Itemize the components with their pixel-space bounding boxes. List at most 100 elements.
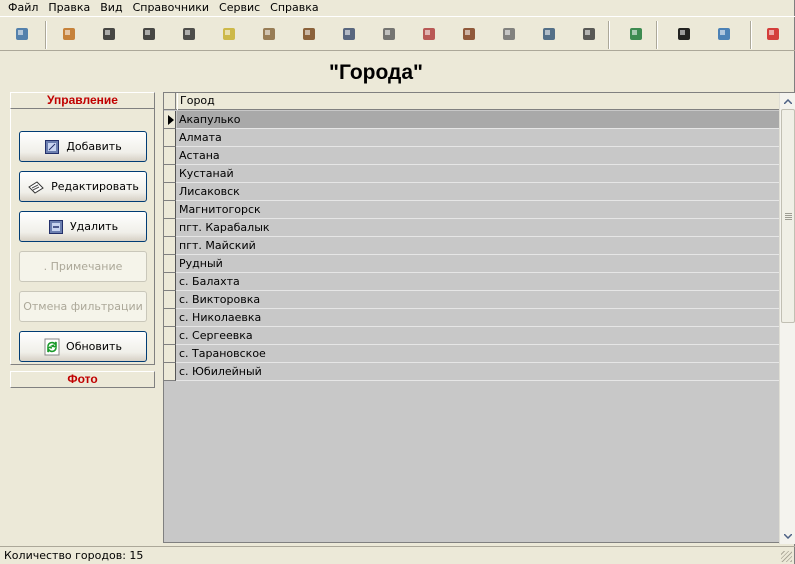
toolbar-separator bbox=[656, 21, 658, 49]
row-indicator[interactable] bbox=[164, 111, 176, 129]
table-row[interactable]: пгт. Карабалык bbox=[164, 219, 779, 237]
row-indicator[interactable] bbox=[164, 309, 176, 327]
exit-icon[interactable] bbox=[10, 23, 34, 45]
back-arrows-icon[interactable] bbox=[761, 23, 785, 45]
hat-icon[interactable] bbox=[577, 23, 601, 45]
city-cell[interactable]: Рудный bbox=[177, 255, 779, 272]
city-cell[interactable]: пгт. Майский bbox=[177, 237, 779, 254]
menu-directories[interactable]: Справочники bbox=[128, 0, 214, 15]
city-cell[interactable]: Астана bbox=[177, 147, 779, 164]
table-row[interactable]: с. Юбилейный bbox=[164, 363, 779, 381]
city-cell[interactable]: Кустанай bbox=[177, 165, 779, 182]
grid-header-indicator bbox=[164, 93, 176, 110]
image-icon[interactable] bbox=[57, 23, 81, 45]
table-row[interactable]: Лисаковск bbox=[164, 183, 779, 201]
table-row[interactable]: Магнитогорск bbox=[164, 201, 779, 219]
refresh-button-label: Обновить bbox=[66, 340, 122, 353]
table-row[interactable]: с. Викторовка bbox=[164, 291, 779, 309]
table-row[interactable]: пгт. Майский bbox=[164, 237, 779, 255]
pin-icon[interactable] bbox=[377, 23, 401, 45]
pen-icon[interactable] bbox=[337, 23, 361, 45]
menu-help[interactable]: Справка bbox=[265, 0, 323, 15]
table-row[interactable]: Кустанай bbox=[164, 165, 779, 183]
row-indicator[interactable] bbox=[164, 129, 176, 147]
note-button[interactable]: . Примечание bbox=[19, 251, 147, 282]
city-cell[interactable]: с. Юбилейный bbox=[177, 363, 779, 380]
documents-icon[interactable] bbox=[257, 23, 281, 45]
delete-button-label: Удалить bbox=[69, 220, 119, 233]
column-header-city[interactable]: Город bbox=[177, 93, 779, 110]
ruler-icon[interactable] bbox=[457, 23, 481, 45]
city-cell[interactable]: с. Сергеевка bbox=[177, 327, 779, 344]
row-indicator[interactable] bbox=[164, 165, 176, 183]
edit-button-label: Редактировать bbox=[51, 180, 139, 193]
toolbar-separator bbox=[608, 21, 610, 49]
scroll-up-arrow-icon[interactable] bbox=[780, 93, 795, 109]
people-icon[interactable] bbox=[417, 23, 441, 45]
vertical-scrollbar[interactable] bbox=[779, 93, 795, 544]
menu-view[interactable]: Вид bbox=[95, 0, 127, 15]
resize-grip-icon[interactable] bbox=[781, 551, 792, 562]
row-indicator[interactable] bbox=[164, 255, 176, 273]
row-indicator[interactable] bbox=[164, 345, 176, 363]
row-indicator[interactable] bbox=[164, 201, 176, 219]
row-indicator[interactable] bbox=[164, 147, 176, 165]
building-icon[interactable] bbox=[537, 23, 561, 45]
users-icon[interactable] bbox=[97, 23, 121, 45]
row-indicator[interactable] bbox=[164, 327, 176, 345]
city-cell[interactable]: Магнитогорск bbox=[177, 201, 779, 218]
left-panel: Управление Добавить Редактировать Удалит… bbox=[10, 92, 155, 388]
city-cell[interactable]: с. Николаевка bbox=[177, 309, 779, 326]
table-row[interactable]: Астана bbox=[164, 147, 779, 165]
edit-icon bbox=[27, 179, 45, 195]
binoculars-icon[interactable] bbox=[672, 23, 696, 45]
refresh-button[interactable]: Обновить bbox=[19, 331, 147, 362]
magnifier-icon[interactable] bbox=[712, 23, 736, 45]
scroll-down-arrow-icon[interactable] bbox=[780, 528, 795, 544]
person-list-icon[interactable] bbox=[177, 23, 201, 45]
table-row[interactable]: Акапулько bbox=[164, 111, 779, 129]
table-row[interactable]: Рудный bbox=[164, 255, 779, 273]
row-indicator[interactable] bbox=[164, 183, 176, 201]
menu-service[interactable]: Сервис bbox=[214, 0, 265, 15]
note-button-label: . Примечание bbox=[43, 260, 123, 273]
row-indicator[interactable] bbox=[164, 363, 176, 381]
cities-grid[interactable]: Город Акапулько Алмата Астана Кустанай Лисак… bbox=[163, 92, 795, 544]
person-edit-icon[interactable] bbox=[137, 23, 161, 45]
table-row[interactable]: Алмата bbox=[164, 129, 779, 147]
city-cell[interactable]: с. Викторовка bbox=[177, 291, 779, 308]
excel-icon[interactable] bbox=[624, 23, 648, 45]
tree-icon[interactable] bbox=[497, 23, 521, 45]
table-row[interactable]: с. Сергеевка bbox=[164, 327, 779, 345]
menu-edit[interactable]: Правка bbox=[43, 0, 95, 15]
city-cell[interactable]: Акапулько bbox=[177, 111, 779, 128]
folder-icon[interactable] bbox=[217, 23, 241, 45]
grip-icon bbox=[784, 212, 792, 220]
city-cell[interactable]: Алмата bbox=[177, 129, 779, 146]
row-indicator[interactable] bbox=[164, 291, 176, 309]
city-cell[interactable]: с. Тарановское bbox=[177, 345, 779, 362]
add-button-label: Добавить bbox=[66, 140, 122, 153]
toolbar-separator bbox=[750, 21, 752, 49]
table-row[interactable]: с. Тарановское bbox=[164, 345, 779, 363]
cancel-filter-button[interactable]: Отмена фильтрации bbox=[19, 291, 147, 322]
table-row[interactable]: с. Николаевка bbox=[164, 309, 779, 327]
bag-icon[interactable] bbox=[297, 23, 321, 45]
menu-bar: Файл Правка Вид Справочники Сервис Справ… bbox=[0, 0, 795, 15]
row-indicator[interactable] bbox=[164, 237, 176, 255]
table-row[interactable]: с. Балахта bbox=[164, 273, 779, 291]
toolbar bbox=[0, 16, 795, 51]
photo-header[interactable]: Фото bbox=[10, 371, 155, 388]
row-indicator[interactable] bbox=[164, 273, 176, 291]
controls-panel: Добавить Редактировать Удалить . Примеча… bbox=[10, 109, 155, 365]
status-count: Количество городов: 15 bbox=[4, 549, 144, 562]
city-cell[interactable]: с. Балахта bbox=[177, 273, 779, 290]
row-indicator[interactable] bbox=[164, 219, 176, 237]
delete-button[interactable]: Удалить bbox=[19, 211, 147, 242]
add-button[interactable]: Добавить bbox=[19, 131, 147, 162]
edit-button[interactable]: Редактировать bbox=[19, 171, 147, 202]
city-cell[interactable]: Лисаковск bbox=[177, 183, 779, 200]
city-cell[interactable]: пгт. Карабалык bbox=[177, 219, 779, 236]
scrollbar-thumb[interactable] bbox=[781, 109, 795, 323]
menu-file[interactable]: Файл bbox=[3, 0, 43, 15]
